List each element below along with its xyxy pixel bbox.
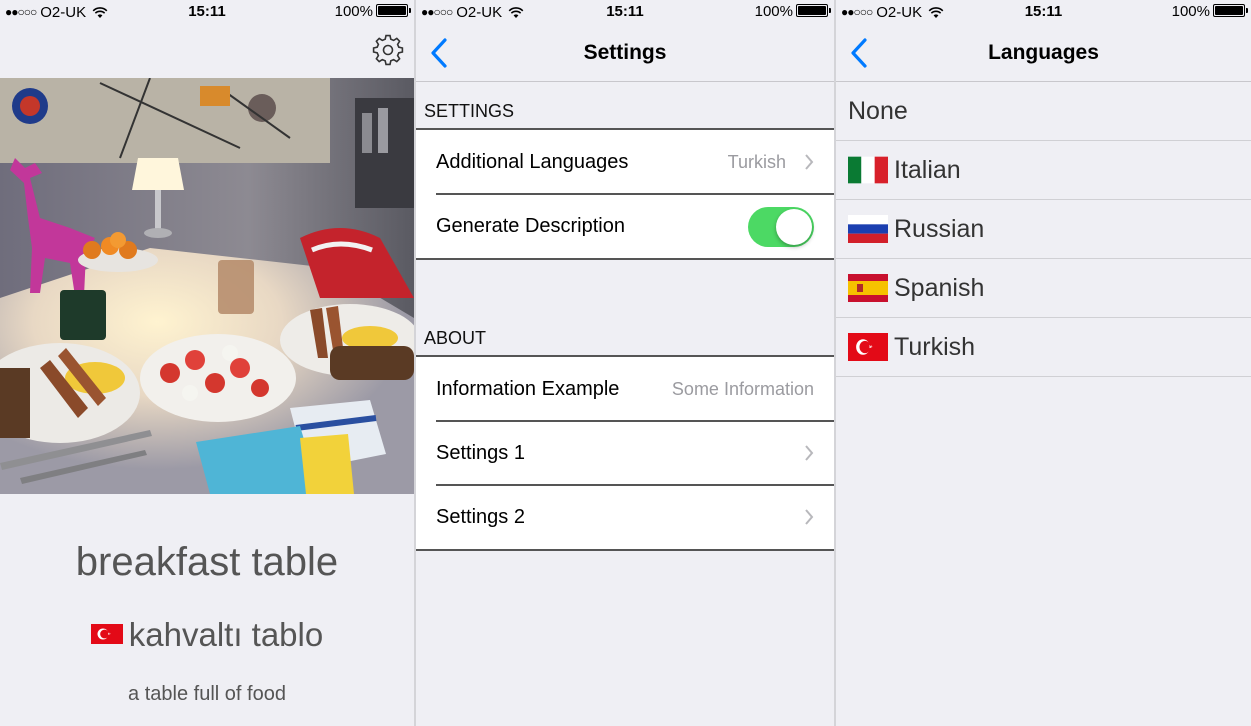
language-item-none[interactable]: None bbox=[836, 82, 1251, 141]
gear-icon[interactable] bbox=[372, 34, 404, 66]
row-label: Generate Description bbox=[436, 215, 625, 237]
page-title: Languages bbox=[988, 41, 1099, 64]
translated-word: kahvaltı tablo bbox=[128, 616, 324, 653]
row-detail: Some Information bbox=[671, 379, 814, 399]
navigation-bar: Settings bbox=[416, 24, 834, 82]
generate-description-row: Generate Description bbox=[416, 193, 834, 258]
navigation-bar: Languages bbox=[836, 24, 1251, 82]
settings-group: Additional Languages Turkish Generate De… bbox=[416, 128, 834, 260]
additional-languages-row[interactable]: Additional Languages Turkish bbox=[416, 130, 834, 194]
status-bar: ●●○○○ O2-UK 15:11 100% bbox=[416, 0, 834, 24]
italy-flag-icon bbox=[848, 147, 888, 205]
page-title: Settings bbox=[583, 41, 667, 64]
toggle-knob bbox=[776, 209, 812, 245]
section-header-settings: SETTINGS bbox=[424, 101, 515, 121]
generate-description-toggle[interactable] bbox=[748, 207, 814, 247]
row-label: Settings 2 bbox=[436, 506, 525, 528]
battery-icon bbox=[1213, 4, 1248, 17]
settings-1-row[interactable]: Settings 1 bbox=[416, 420, 834, 485]
settings-2-row[interactable]: Settings 2 bbox=[416, 484, 834, 549]
language-item-turkish[interactable]: Turkish bbox=[836, 318, 1251, 377]
navigation-bar bbox=[0, 24, 414, 78]
language-item-spanish[interactable]: Spanish bbox=[836, 259, 1251, 318]
language-list: None Italian Russian Spanish Turkish bbox=[836, 82, 1251, 377]
row-label: Information Example bbox=[436, 378, 620, 400]
language-item-italian[interactable]: Italian bbox=[836, 141, 1251, 200]
spain-flag-icon bbox=[848, 265, 888, 323]
battery-percent: 100% bbox=[754, 3, 793, 20]
section-header-about: ABOUT bbox=[424, 328, 487, 348]
english-word: breakfast table bbox=[75, 540, 339, 584]
russia-flag-icon bbox=[848, 206, 888, 264]
battery-percent: 100% bbox=[334, 3, 373, 20]
language-name: Spanish bbox=[894, 274, 985, 302]
battery-icon bbox=[376, 4, 411, 17]
status-bar: ●●○○○ O2-UK 15:11 100% bbox=[836, 0, 1251, 24]
generated-description: a table full of food bbox=[128, 683, 286, 705]
row-label: Settings 1 bbox=[436, 442, 525, 464]
turkey-flag-icon bbox=[90, 614, 123, 652]
chevron-right-icon bbox=[805, 154, 814, 170]
chevron-right-icon bbox=[805, 509, 814, 525]
detail-screen: ●●○○○ O2-UK 15:11 100% breakfast table k… bbox=[0, 0, 414, 726]
battery-icon bbox=[796, 4, 831, 17]
battery-percent: 100% bbox=[1171, 3, 1210, 20]
language-name: Italian bbox=[894, 156, 961, 184]
languages-screen: ●●○○○ O2-UK 15:11 100% Languages None Ita… bbox=[836, 0, 1251, 726]
language-name: None bbox=[848, 97, 908, 125]
row-label: Additional Languages bbox=[436, 151, 629, 173]
turkey-flag-icon bbox=[848, 324, 888, 382]
row-detail: Turkish bbox=[727, 152, 786, 172]
status-bar: ●●○○○ O2-UK 15:11 100% bbox=[0, 0, 414, 24]
about-group: Information Example Some Information Set… bbox=[416, 355, 834, 551]
chevron-right-icon bbox=[805, 445, 814, 461]
translated-word-line: kahvaltı tablo bbox=[0, 614, 414, 654]
language-name: Turkish bbox=[894, 333, 976, 361]
language-name: Russian bbox=[894, 215, 985, 243]
language-item-russian[interactable]: Russian bbox=[836, 200, 1251, 259]
captured-photo bbox=[0, 78, 414, 494]
settings-screen: ●●○○○ O2-UK 15:11 100% Settings SETTINGS … bbox=[416, 0, 834, 726]
information-example-row: Information Example Some Information bbox=[416, 357, 834, 421]
